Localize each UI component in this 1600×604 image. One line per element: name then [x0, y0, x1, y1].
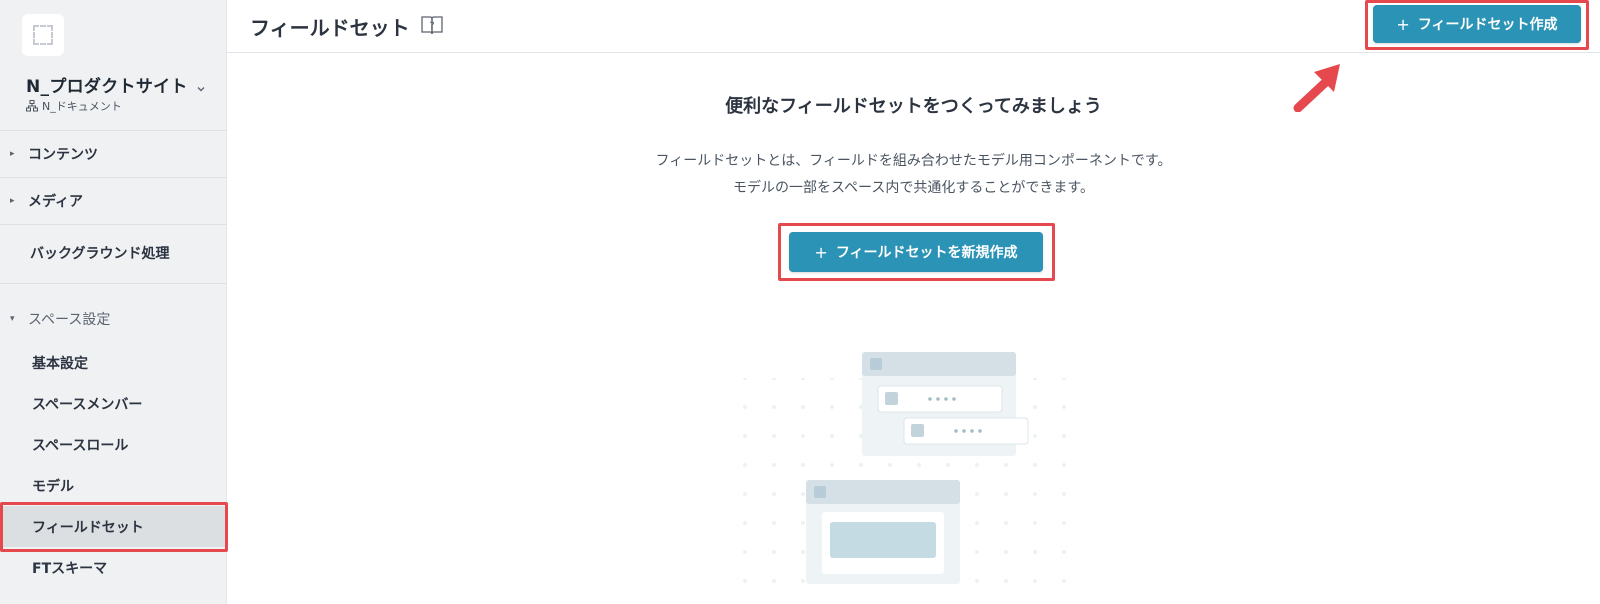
space-logo[interactable] [22, 14, 64, 56]
logo-placeholder-icon [33, 25, 53, 45]
sidebar-item-label: スペースメンバー [32, 396, 143, 413]
empty-state-headline: 便利なフィールドセットをつくってみましょう [725, 96, 1102, 117]
sidebar-item-label: FTスキーマ [32, 560, 108, 577]
section-label: スペース設定 [28, 312, 111, 328]
empty-state-description-line1: フィールドセットとは、フィールドを組み合わせたモデル用コンポーネントです。 [655, 153, 1172, 169]
sidebar-item-label: コンテンツ [28, 147, 98, 163]
empty-state-description-line2: モデルの一部をスペース内で共通化することができます。 [733, 180, 1094, 196]
highlight-box-center-button [778, 223, 1055, 281]
sidebar-divider [0, 283, 227, 284]
sidebar-item-label: 基本設定 [32, 355, 88, 372]
chevron-down-icon [197, 87, 205, 92]
sidebar-section-space-settings[interactable]: ▾ スペース設定 [0, 302, 227, 336]
space-name: N_プロダクトサイト [26, 77, 188, 97]
sidebar-item-basic-settings[interactable]: 基本設定 [0, 342, 227, 383]
highlight-box-sidebar [0, 502, 228, 552]
sidebar-item-contents[interactable]: ▸ コンテンツ [0, 131, 227, 177]
sidebar-item-label: バックグラウンド処理 [30, 246, 170, 262]
sidebar-item-space-roles[interactable]: スペースロール [0, 424, 227, 465]
org-tree-icon [26, 100, 38, 112]
caret-right-icon: ▸ [10, 149, 15, 159]
sidebar-item-label: モデル [32, 478, 74, 495]
sidebar-item-media[interactable]: ▸ メディア [0, 178, 227, 224]
sidebar-item-label: メディア [28, 194, 84, 210]
caret-right-icon: ▸ [10, 196, 15, 206]
svg-text:?: ? [429, 21, 434, 32]
caret-down-icon: ▾ [10, 314, 15, 324]
org-name: N_ドキュメント [42, 100, 122, 113]
sidebar-item-models[interactable]: モデル [0, 465, 227, 506]
space-switcher[interactable]: N_プロダクトサイト N_ドキュメント [26, 72, 216, 116]
sidebar-divider [0, 224, 227, 225]
fieldset-illustration [742, 352, 1088, 604]
org-info: N_ドキュメント [26, 98, 122, 114]
book-question-icon[interactable]: ? [420, 14, 444, 36]
sidebar-item-background-jobs[interactable]: バックグラウンド処理 [0, 230, 227, 276]
page-title: フィールドセット [250, 16, 410, 40]
sidebar-item-ft-schema[interactable]: FTスキーマ [0, 547, 227, 588]
sidebar-item-label: スペースロール [32, 437, 129, 454]
sidebar-item-space-members[interactable]: スペースメンバー [0, 383, 227, 424]
highlight-box-header-button [1365, 0, 1589, 50]
